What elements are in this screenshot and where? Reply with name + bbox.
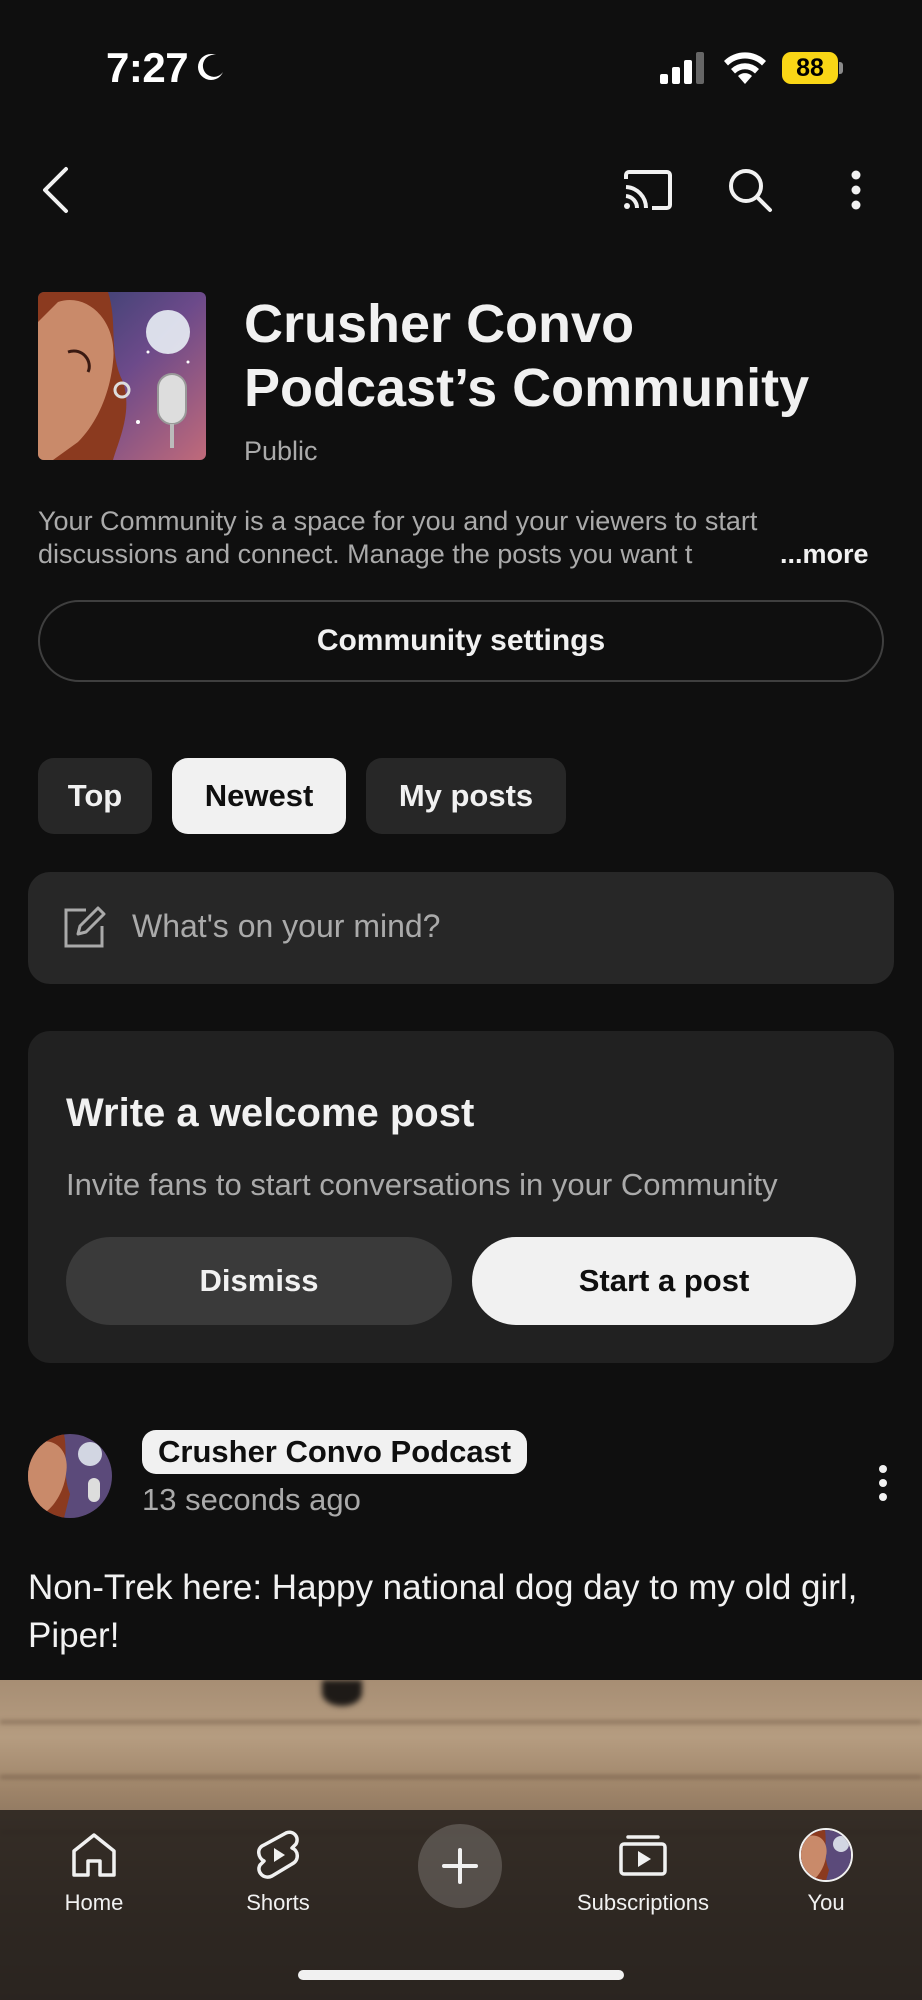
status-bar: 7:27 88 [0, 0, 922, 130]
welcome-post-card: Write a welcome post Invite fans to star… [28, 1031, 894, 1363]
create-button[interactable] [418, 1824, 502, 1908]
battery-tip [839, 62, 843, 74]
back-icon [43, 167, 68, 213]
top-nav [0, 150, 922, 230]
nav-subscriptions-label: Subscriptions [576, 1890, 710, 1915]
cast-icon [624, 170, 672, 210]
plus-icon [442, 1848, 478, 1884]
signal-icon [660, 52, 704, 84]
nav-you-label: You [807, 1890, 845, 1915]
community-title: Crusher Convo Podcast’s Community [244, 294, 810, 418]
welcome-card-title: Write a welcome post [66, 1091, 475, 1135]
community-header: Crusher Convo Podcast’s Community Public [38, 292, 888, 472]
more-link[interactable]: ...more [780, 539, 869, 570]
post-more-button[interactable] [868, 1458, 898, 1508]
wifi-icon [724, 52, 766, 84]
more-options-button[interactable] [836, 162, 876, 218]
subscriptions-icon [616, 1828, 670, 1882]
chip-my-posts[interactable]: My posts [366, 758, 566, 834]
dismiss-button[interactable]: Dismiss [66, 1237, 452, 1325]
nav-home[interactable]: Home [44, 1810, 144, 1930]
shorts-icon [251, 1828, 305, 1882]
channel-avatar[interactable] [38, 292, 206, 460]
post-text: Non-Trek here: Happy national dog day to… [28, 1568, 858, 1655]
chip-top[interactable]: Top [38, 758, 152, 834]
community-description[interactable]: Your Community is a space for you and yo… [38, 505, 880, 573]
start-post-button[interactable]: Start a post [472, 1237, 856, 1325]
edit-icon [64, 906, 106, 948]
search-button[interactable] [722, 162, 778, 218]
back-button[interactable] [30, 162, 80, 218]
avatar [799, 1828, 853, 1882]
welcome-card-subtitle: Invite fans to start conversations in yo… [66, 1167, 778, 1202]
nav-shorts-label: Shorts [246, 1890, 310, 1915]
search-icon [729, 169, 772, 212]
status-time: 7:27 [106, 44, 189, 91]
post-composer[interactable]: What's on your mind? [28, 872, 894, 984]
podcast-artwork [38, 292, 206, 460]
home-indicator[interactable] [298, 1970, 624, 1980]
post-avatar-image [28, 1434, 112, 1518]
community-visibility: Public [244, 436, 318, 466]
post-timestamp: 13 seconds ago [142, 1482, 361, 1517]
chip-newest[interactable]: Newest [172, 758, 346, 834]
nav-home-label: Home [64, 1890, 124, 1915]
composer-placeholder: What's on your mind? [132, 908, 441, 944]
floor-plank [0, 1720, 922, 1724]
moon-icon [198, 54, 223, 80]
nav-you[interactable]: You [776, 1810, 876, 1930]
description-line-2: discussions and connect. Manage the post… [38, 539, 693, 569]
more-vertical-icon [879, 1465, 887, 1501]
nav-subscriptions[interactable]: Subscriptions [560, 1810, 726, 1930]
home-icon [67, 1828, 121, 1882]
nav-shorts[interactable]: Shorts [228, 1810, 328, 1930]
nav-you-icon-wrap [799, 1828, 853, 1882]
description-line-1: Your Community is a space for you and yo… [38, 506, 758, 536]
more-vertical-icon [851, 170, 861, 210]
avatar[interactable] [28, 1434, 112, 1518]
post-author[interactable]: Crusher Convo Podcast [142, 1430, 528, 1474]
battery-icon: 88 [782, 52, 844, 84]
battery-level: 88 [782, 52, 838, 84]
dog-paw-shadow [322, 1680, 362, 1706]
community-settings-button[interactable]: Community settings [38, 600, 884, 682]
cast-button[interactable] [618, 162, 678, 218]
floor-plank [0, 1775, 922, 1779]
